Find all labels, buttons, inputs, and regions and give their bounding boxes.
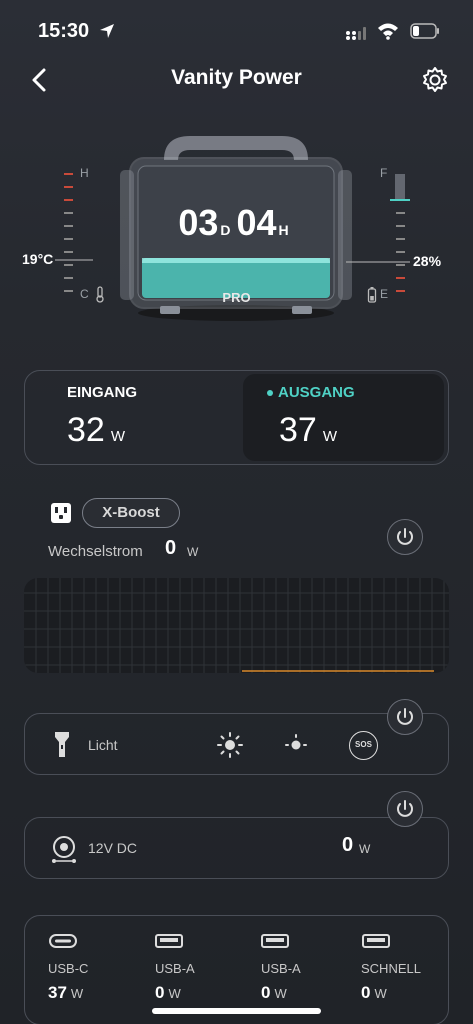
ac-power-chart	[24, 578, 449, 673]
input-label: EINGANG	[67, 384, 138, 401]
power-icon	[397, 708, 413, 725]
usb-port-label: SCHNELL	[361, 961, 421, 976]
battery-small-icon	[367, 287, 377, 303]
temp-scale-low: C	[80, 287, 89, 301]
input-unit: W	[110, 428, 125, 445]
light-label: Licht	[88, 737, 118, 753]
wifi-icon	[378, 23, 398, 40]
usb-port-unit: W	[168, 986, 181, 1001]
usb-port-label: USB-C	[48, 961, 89, 976]
temperature-value: 19°C	[22, 251, 54, 267]
dc-label: 12V DC	[88, 840, 138, 856]
sos-button[interactable]: SOS	[349, 731, 378, 760]
usb-port-power: 0W	[155, 983, 181, 1003]
output-unit: W	[322, 428, 337, 445]
usb-port-value: 0	[261, 983, 271, 1002]
usb-port-value: 0	[155, 983, 165, 1002]
usb-port-unit: W	[374, 986, 387, 1001]
thermometer-icon	[96, 286, 104, 303]
home-indicator[interactable]	[152, 1008, 321, 1014]
temp-pointer-line	[55, 259, 93, 261]
active-dot-icon	[267, 389, 273, 396]
batt-scale-full: F	[380, 166, 388, 180]
ac-outlet-icon	[51, 503, 71, 523]
output-value: 37	[279, 411, 317, 449]
flashlight-icon	[55, 732, 69, 757]
power-icon	[397, 800, 413, 817]
ac-label: Wechselstrom	[48, 543, 143, 560]
output-label-row: AUSGANG	[267, 384, 355, 402]
light-power-button[interactable]	[387, 699, 423, 735]
x-boost-button[interactable]: X-Boost	[82, 498, 180, 528]
brightness-high-icon[interactable]	[216, 731, 244, 759]
usb-c-port-icon	[49, 934, 77, 948]
usb-a-port-icon	[261, 934, 289, 948]
battery-gauge	[390, 174, 410, 292]
dc-value: 0	[342, 834, 354, 856]
ac-power-button[interactable]	[387, 519, 423, 555]
usb-port-power: 0W	[261, 983, 287, 1003]
power-icon	[397, 528, 413, 545]
temp-scale-high: H	[80, 166, 89, 180]
output-label: AUSGANG	[278, 384, 355, 401]
battery-percent: 28%	[413, 253, 442, 269]
battery-icon	[410, 23, 439, 39]
usb-port-power: 0W	[361, 983, 387, 1003]
location-arrow-icon	[100, 24, 114, 38]
page-title: Vanity Power	[171, 66, 302, 89]
usb-port-value: 0	[361, 983, 371, 1002]
usb-port-value: 37	[48, 983, 67, 1002]
input-power: 32 W	[67, 411, 125, 450]
dc-power-button[interactable]	[387, 791, 423, 827]
battery-pointer-line	[346, 261, 410, 263]
usb-fast-charge-port-icon	[362, 934, 390, 948]
batt-scale-empty: E	[380, 287, 389, 301]
usb-a-port-icon	[155, 934, 183, 948]
cellular-signal-icon	[346, 27, 366, 40]
dc-socket-icon	[52, 836, 76, 863]
usb-port-power: 37 W	[48, 983, 83, 1003]
brightness-low-icon[interactable]	[284, 733, 308, 757]
usb-port-unit: W	[70, 986, 84, 1001]
usb-port-unit: W	[274, 986, 287, 1001]
ac-value: 0	[165, 537, 177, 559]
dc-unit: W	[359, 842, 371, 856]
usb-port-label: USB-A	[261, 961, 301, 976]
temperature-gauge	[64, 173, 73, 292]
status-time: 15:30	[38, 20, 90, 42]
usb-port-label: USB-A	[155, 961, 195, 976]
ac-unit: W	[187, 545, 199, 559]
settings-gear-icon[interactable]	[421, 66, 449, 94]
output-power: 37 W	[279, 411, 337, 450]
input-value: 32	[67, 411, 105, 449]
